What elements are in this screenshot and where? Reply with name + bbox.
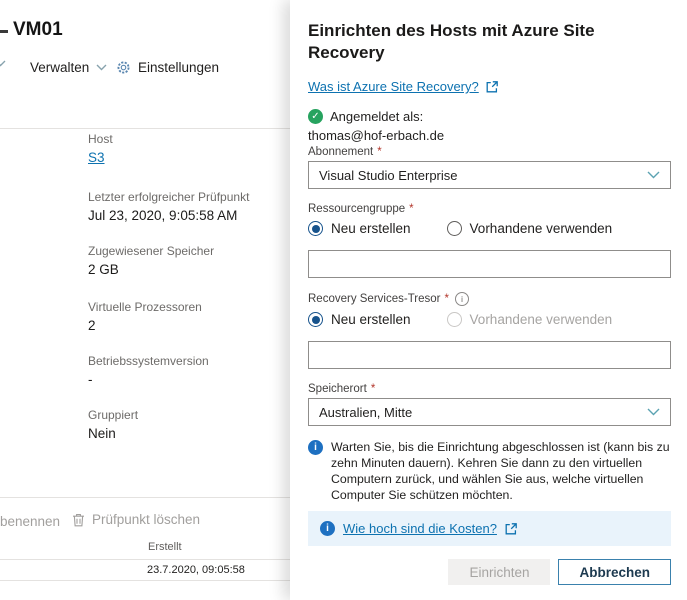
rename-label: benennen xyxy=(0,514,61,529)
required-marker: * xyxy=(444,293,449,305)
subscription-label: Abonnement * xyxy=(308,146,382,158)
detail-value: 2 GB xyxy=(88,262,119,277)
setup-button[interactable]: Einrichten xyxy=(448,559,551,585)
info-tooltip-icon[interactable]: i xyxy=(454,292,469,306)
detail-value: - xyxy=(88,372,93,387)
manage-menu-button[interactable]: Verwalten xyxy=(30,60,107,75)
detail-label: Host xyxy=(88,132,113,146)
detail-value: Jul 23, 2020, 9:05:58 AM xyxy=(88,208,238,223)
section-divider xyxy=(0,497,290,498)
detail-virtual-processors: Virtuelle Prozessoren 2 xyxy=(88,300,202,333)
chevron-down-icon xyxy=(0,60,6,67)
chevron-down-icon xyxy=(96,64,107,71)
location-selected-value: Australien, Mitte xyxy=(319,404,413,420)
gear-icon xyxy=(117,61,130,74)
detail-value: 2 xyxy=(88,318,96,333)
vault-label: Recovery Services-Tresor * i xyxy=(308,292,671,306)
delete-checkpoint-label: Prüfpunkt löschen xyxy=(92,512,201,527)
external-link-icon xyxy=(486,80,498,92)
panel-title: Einrichten des Hosts mit Azure Site Reco… xyxy=(308,21,595,62)
host-link[interactable]: S3 xyxy=(88,150,105,165)
table-row-divider xyxy=(0,580,290,581)
detail-value: Nein xyxy=(88,426,116,441)
back-arrow-fragment xyxy=(0,30,8,33)
rename-checkpoint-button[interactable]: benennen xyxy=(0,514,60,529)
detail-label: Zugewiesener Speicher xyxy=(88,244,215,258)
learn-more-row: Was ist Azure Site Recovery? xyxy=(308,79,671,94)
required-marker: * xyxy=(370,383,376,395)
manage-menu-label: Verwalten xyxy=(30,60,90,75)
table-header-divider xyxy=(0,559,290,560)
trash-icon xyxy=(73,513,84,526)
table-row[interactable]: 23.7.2020, 09:05:58 xyxy=(147,564,245,576)
chevron-down-icon xyxy=(647,171,660,179)
vault-name-input[interactable] xyxy=(308,341,671,369)
radio-selected-icon xyxy=(308,221,323,236)
detail-os-version: Betriebssystemversion - xyxy=(88,354,209,387)
radio-disabled-icon xyxy=(446,312,462,327)
signed-in-status: ✓ Angemeldet als: xyxy=(308,109,671,124)
panel-footer: Einrichten Abbrechen xyxy=(308,559,671,585)
vault-radio-group: Neu erstellen Vorhandene verwenden xyxy=(308,312,671,327)
detail-label: Letzter erfolgreicher Prüfpunkt xyxy=(88,190,250,204)
settings-label: Einstellungen xyxy=(138,60,220,75)
settings-button[interactable]: Einstellungen xyxy=(116,60,219,75)
radio-label: Neu erstellen xyxy=(331,312,411,327)
vault-existing-radio: Vorhandene verwenden xyxy=(446,312,613,327)
detail-clustered: Gruppiert Nein xyxy=(88,408,138,441)
vm-detail-page: VM01 Verwalten Einstellungen Host S3 Let… xyxy=(0,0,290,600)
resource-group-label: Ressourcengruppe * xyxy=(308,203,414,215)
required-marker: * xyxy=(409,203,414,215)
external-link-icon xyxy=(505,522,517,534)
detail-label: Gruppiert xyxy=(88,408,139,422)
radio-selected-icon xyxy=(308,312,323,327)
radio-label: Vorhandene verwenden xyxy=(469,221,613,236)
signed-in-email: thomas@hof-erbach.de xyxy=(308,128,445,143)
chevron-down-icon xyxy=(647,408,660,416)
delete-checkpoint-button[interactable]: Prüfpunkt löschen xyxy=(72,512,200,527)
subscription-selected-value: Visual Studio Enterprise xyxy=(319,167,458,183)
cost-info-box: i Wie hoch sind die Kosten? xyxy=(308,511,671,546)
detail-last-checkpoint: Letzter erfolgreicher Prüfpunkt Jul 23, … xyxy=(88,190,249,223)
radio-label: Vorhandene verwenden xyxy=(469,312,613,327)
learn-more-link[interactable]: Was ist Azure Site Recovery? xyxy=(308,79,479,94)
toolbar-more-menu[interactable] xyxy=(0,60,6,67)
wait-note-text: Warten Sie, bis die Einrichtung abgeschl… xyxy=(331,440,670,502)
radio-label: Neu erstellen xyxy=(331,221,411,236)
resource-group-name-input[interactable] xyxy=(308,250,671,278)
resource-group-radio-group: Neu erstellen Vorhandene verwenden xyxy=(308,221,671,236)
resource-group-existing-radio[interactable]: Vorhandene verwenden xyxy=(446,221,613,236)
wait-note: i Warten Sie, bis die Einrichtung abgesc… xyxy=(308,439,671,503)
detail-label: Betriebssystemversion xyxy=(88,354,209,368)
required-marker: * xyxy=(377,146,382,158)
column-header-created: Erstellt xyxy=(148,541,182,553)
location-label: Speicherort * xyxy=(308,383,376,395)
cancel-button[interactable]: Abbrechen xyxy=(558,559,671,585)
check-circle-icon: ✓ xyxy=(308,109,323,124)
resource-group-new-radio[interactable]: Neu erstellen xyxy=(308,221,411,236)
detail-label: Virtuelle Prozessoren xyxy=(88,300,202,314)
detail-host: Host S3 xyxy=(88,132,113,165)
cost-link[interactable]: Wie hoch sind die Kosten? xyxy=(343,521,497,536)
azure-site-recovery-panel: Einrichten des Hosts mit Azure Site Reco… xyxy=(290,0,687,600)
location-select[interactable]: Australien, Mitte xyxy=(308,398,671,426)
radio-unselected-icon xyxy=(446,221,462,236)
subscription-select[interactable]: Visual Studio Enterprise xyxy=(308,161,671,189)
toolbar-divider xyxy=(0,128,290,129)
info-icon: i xyxy=(308,440,323,455)
info-icon: i xyxy=(320,521,335,536)
signed-in-label: Angemeldet als: xyxy=(330,109,424,124)
detail-assigned-memory: Zugewiesener Speicher 2 GB xyxy=(88,244,214,277)
vault-new-radio[interactable]: Neu erstellen xyxy=(308,312,411,327)
page-title: VM01 xyxy=(13,19,63,40)
